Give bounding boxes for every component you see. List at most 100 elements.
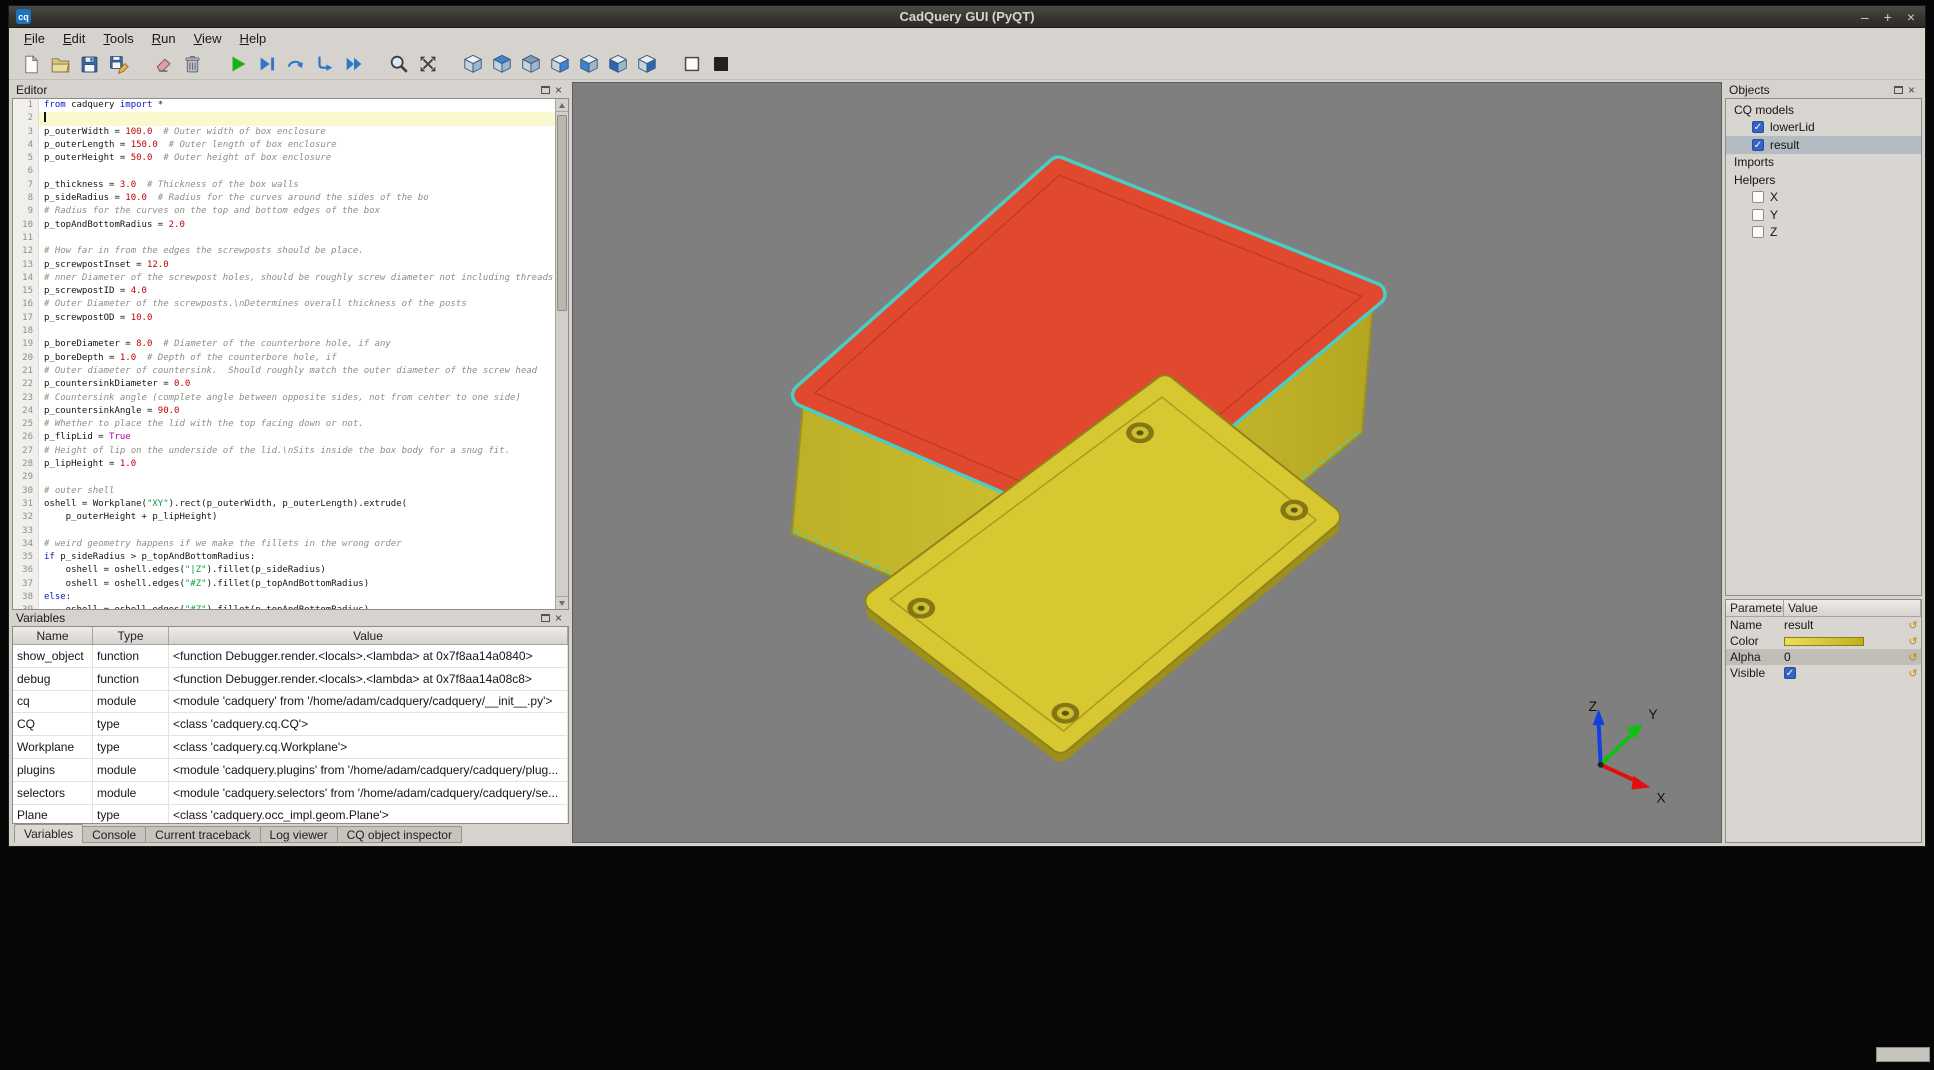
tab-variables[interactable]: Variables (14, 824, 83, 843)
tab-log-viewer[interactable]: Log viewer (260, 826, 338, 843)
shaded-view-button[interactable] (706, 51, 735, 78)
tree-item-imports[interactable]: Imports (1726, 154, 1921, 172)
code-line-31[interactable]: 31oshell = Workplane("XY").rect(p_outerW… (13, 498, 555, 511)
code-line-1[interactable]: 1from cadquery import * (13, 99, 555, 112)
code-line-14[interactable]: 14# nner Diameter of the screwpost holes… (13, 272, 555, 285)
menu-tools[interactable]: Tools (94, 29, 142, 48)
reset-icon[interactable]: ↺ (1905, 619, 1921, 632)
tree-item-z[interactable]: Z (1726, 224, 1921, 242)
param-column-header-value[interactable]: Value (1784, 600, 1921, 617)
tree-item-y[interactable]: Y (1726, 206, 1921, 224)
view-back-button[interactable] (574, 51, 603, 78)
title-bar[interactable]: cq CadQuery GUI (PyQT) –+× (9, 6, 1925, 28)
code-line-22[interactable]: 22p_countersinkDiameter = 0.0 (13, 378, 555, 391)
step-over-button[interactable] (281, 51, 310, 78)
variable-row-cq[interactable]: cqmodule<module 'cadquery' from '/home/a… (13, 691, 568, 714)
column-header-type[interactable]: Type (93, 627, 169, 645)
viewport-3d[interactable]: Z Y X (572, 82, 1722, 843)
tree-item-lowerlid[interactable]: ✓lowerLid (1726, 119, 1921, 137)
code-line-25[interactable]: 25# Whether to place the lid with the to… (13, 418, 555, 431)
code-line-35[interactable]: 35if p_sideRadius > p_topAndBottomRadius… (13, 551, 555, 564)
view-isometric-button[interactable] (458, 51, 487, 78)
code-line-18[interactable]: 18 (13, 325, 555, 338)
tree-item-helpers[interactable]: Helpers (1726, 171, 1921, 189)
tree-item-x[interactable]: X (1726, 189, 1921, 207)
editor-scrollbar[interactable] (555, 99, 568, 609)
column-header-name[interactable]: Name (13, 627, 93, 645)
fit-all-button[interactable] (413, 51, 442, 78)
code-line-29[interactable]: 29 (13, 471, 555, 484)
code-line-32[interactable]: 32 p_outerHeight + p_lipHeight) (13, 511, 555, 524)
variable-row-show-object[interactable]: show_objectfunction<function Debugger.re… (13, 645, 568, 668)
variable-row-workplane[interactable]: Workplanetype<class 'cadquery.cq.Workpla… (13, 736, 568, 759)
code-line-11[interactable]: 11 (13, 232, 555, 245)
param-row-color[interactable]: Color↺ (1726, 633, 1921, 649)
checkbox-result[interactable]: ✓ (1752, 139, 1764, 151)
tab-cq-object-inspector[interactable]: CQ object inspector (337, 826, 462, 843)
maximize-button[interactable]: + (1884, 10, 1892, 24)
scroll-up-icon[interactable] (556, 99, 568, 112)
param-row-name[interactable]: Nameresult↺ (1726, 617, 1921, 633)
view-top-button[interactable] (487, 51, 516, 78)
code-line-38[interactable]: 38else: (13, 591, 555, 604)
code-line-7[interactable]: 7p_thickness = 3.0 # Thickness of the bo… (13, 179, 555, 192)
code-area[interactable]: 1from cadquery import *23p_outerWidth = … (13, 99, 555, 609)
continue-execution-button[interactable] (339, 51, 368, 78)
checkbox-z[interactable] (1752, 226, 1764, 238)
code-line-37[interactable]: 37 oshell = oshell.edges("#Z").fillet(p_… (13, 578, 555, 591)
code-line-5[interactable]: 5p_outerHeight = 50.0 # Outer height of … (13, 152, 555, 165)
code-line-20[interactable]: 20p_boreDepth = 1.0 # Depth of the count… (13, 352, 555, 365)
code-line-6[interactable]: 6 (13, 165, 555, 178)
editor-close-icon[interactable] (555, 85, 565, 96)
scrollbar-thumb[interactable] (557, 115, 567, 311)
checkbox-y[interactable] (1752, 209, 1764, 221)
variables-close-icon[interactable] (555, 613, 565, 624)
param-row-visible[interactable]: Visible✓↺ (1726, 665, 1921, 681)
view-right-button[interactable] (632, 51, 661, 78)
param-column-header-parameter[interactable]: Parameter (1726, 600, 1784, 617)
wireframe-view-button[interactable] (677, 51, 706, 78)
code-line-2[interactable]: 2 (13, 112, 555, 125)
code-line-30[interactable]: 30# outer shell (13, 485, 555, 498)
menu-run[interactable]: Run (143, 29, 185, 48)
open-file-button[interactable] (46, 51, 75, 78)
code-line-16[interactable]: 16# Outer Diameter of the screwposts.\nD… (13, 298, 555, 311)
zoom-to-fit-button[interactable] (384, 51, 413, 78)
code-line-28[interactable]: 28p_lipHeight = 1.0 (13, 458, 555, 471)
editor-float-icon[interactable] (541, 86, 550, 94)
menu-view[interactable]: View (185, 29, 231, 48)
code-line-24[interactable]: 24p_countersinkAngle = 90.0 (13, 405, 555, 418)
delete-all-button[interactable] (178, 51, 207, 78)
variable-row-plugins[interactable]: pluginsmodule<module 'cadquery.plugins' … (13, 759, 568, 782)
view-left-button[interactable] (603, 51, 632, 78)
debug-script-button[interactable] (252, 51, 281, 78)
variables-float-icon[interactable] (541, 614, 550, 622)
tree-item-result[interactable]: ✓result (1726, 136, 1921, 154)
code-line-4[interactable]: 4p_outerLength = 150.0 # Outer length of… (13, 139, 555, 152)
view-bottom-button[interactable] (516, 51, 545, 78)
code-line-27[interactable]: 27# Height of lip on the underside of th… (13, 445, 555, 458)
code-line-10[interactable]: 10p_topAndBottomRadius = 2.0 (13, 219, 555, 232)
minimize-button[interactable]: – (1861, 10, 1869, 24)
visible-checkbox[interactable]: ✓ (1784, 667, 1796, 679)
delete-object-button[interactable] (149, 51, 178, 78)
code-line-13[interactable]: 13p_screwpostInset = 12.0 (13, 259, 555, 272)
variable-row-cq[interactable]: CQtype<class 'cadquery.cq.CQ'> (13, 713, 568, 736)
code-line-33[interactable]: 33 (13, 525, 555, 538)
code-line-26[interactable]: 26p_flipLid = True (13, 431, 555, 444)
code-line-21[interactable]: 21# Outer diameter of countersink. Shoul… (13, 365, 555, 378)
tab-console[interactable]: Console (82, 826, 146, 843)
close-button[interactable]: × (1907, 10, 1915, 24)
code-line-9[interactable]: 9# Radius for the curves on the top and … (13, 205, 555, 218)
code-line-19[interactable]: 19p_boreDiameter = 8.0 # Diameter of the… (13, 338, 555, 351)
code-line-3[interactable]: 3p_outerWidth = 100.0 # Outer width of b… (13, 126, 555, 139)
view-front-button[interactable] (545, 51, 574, 78)
reset-icon[interactable]: ↺ (1905, 667, 1921, 680)
reset-icon[interactable]: ↺ (1905, 635, 1921, 648)
column-header-value[interactable]: Value (169, 627, 568, 645)
variable-row-plane[interactable]: Planetype<class 'cadquery.occ_impl.geom.… (13, 805, 568, 824)
variable-row-selectors[interactable]: selectorsmodule<module 'cadquery.selecto… (13, 782, 568, 805)
code-line-39[interactable]: 39 oshell = oshell.edges("#Z").fillet(p_… (13, 604, 555, 609)
code-line-15[interactable]: 15p_screwpostID = 4.0 (13, 285, 555, 298)
param-row-alpha[interactable]: Alpha0↺ (1726, 649, 1921, 665)
